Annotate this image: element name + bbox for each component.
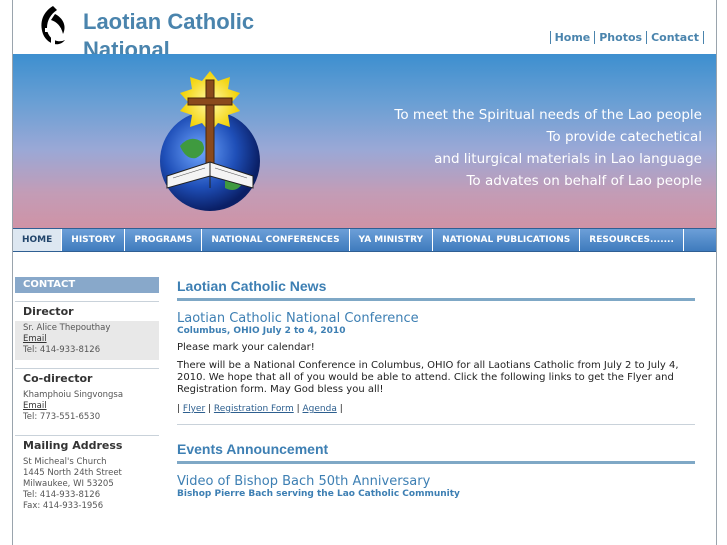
banner: To meet the Spiritual needs of the Lao p… xyxy=(13,54,716,228)
codirector-tel: Tel: 773-551-6530 xyxy=(23,412,101,422)
mailing-details: St Micheal's Church 1445 North 24th Stre… xyxy=(15,455,159,516)
codirector-title: Co-director xyxy=(23,372,93,385)
mailing-line: Fax: 414-933-1956 xyxy=(23,501,104,511)
nav-programs[interactable]: PROGRAMS xyxy=(125,229,203,251)
mission-statement: To meet the Spiritual needs of the Lao p… xyxy=(394,104,702,192)
director-name: Sr. Alice Thepouthay xyxy=(23,323,111,333)
nav-ya-ministry[interactable]: YA MINISTRY xyxy=(350,229,434,251)
mailing-title: Mailing Address xyxy=(23,439,123,452)
director-email-link[interactable]: Email xyxy=(23,334,151,345)
nav-resources[interactable]: RESOURCES....... xyxy=(580,229,684,251)
section-divider xyxy=(177,424,695,425)
events-heading: Events Announcement xyxy=(177,441,695,464)
registration-form-link[interactable]: Registration Form xyxy=(214,404,294,414)
mission-line: To provide catechetical xyxy=(546,129,702,145)
codirector-block: Co-director Khamphoiu Singvongsa Email T… xyxy=(15,368,159,427)
sidebar-heading: CONTACT xyxy=(15,277,159,293)
mission-line: To meet the Spiritual needs of the Lao p… xyxy=(394,107,702,123)
top-nav-home[interactable]: Home xyxy=(549,31,595,44)
news-heading: Laotian Catholic News xyxy=(177,278,695,301)
mission-line: and liturgical materials in Lao language xyxy=(434,151,702,167)
logo-icon[interactable] xyxy=(33,4,73,54)
nav-history[interactable]: HISTORY xyxy=(62,229,126,251)
codirector-details: Khamphoiu Singvongsa Email Tel: 773-551-… xyxy=(15,388,159,427)
nav-national-publications[interactable]: NATIONAL PUBLICATIONS xyxy=(433,229,581,251)
site-title[interactable]: Laotian Catholic National xyxy=(83,8,343,54)
contact-sidebar: CONTACT Director Sr. Alice Thepouthay Em… xyxy=(15,277,159,516)
director-block: Director Sr. Alice Thepouthay Email Tel:… xyxy=(15,301,159,360)
nav-national-conferences[interactable]: NATIONAL CONFERENCES xyxy=(202,229,350,251)
director-details: Sr. Alice Thepouthay Email Tel: 414-933-… xyxy=(15,321,159,360)
agenda-link[interactable]: Agenda xyxy=(303,404,337,414)
news-title: Laotian Catholic National Conference xyxy=(177,311,419,326)
nav-home[interactable]: HOME xyxy=(13,229,63,251)
mailing-block: Mailing Address St Micheal's Church 1445… xyxy=(15,435,159,516)
news-paragraph-1: Please mark your calendar! xyxy=(177,342,315,353)
main-content: Laotian Catholic News Laotian Catholic N… xyxy=(177,278,695,499)
video-title-link[interactable]: Video of Bishop Bach 50th Anniversary xyxy=(177,474,695,489)
banner-globe-cross-image xyxy=(155,66,265,220)
top-nav: Home Photos Contact xyxy=(549,31,704,44)
mailing-line: Milwaukee, WI 53205 xyxy=(23,479,114,489)
main-nav: HOME HISTORY PROGRAMS NATIONAL CONFERENC… xyxy=(13,228,716,252)
director-tel: Tel: 414-933-8126 xyxy=(23,345,101,355)
top-nav-photos[interactable]: Photos xyxy=(594,31,647,44)
mailing-line: Tel: 414-933-8126 xyxy=(23,490,101,500)
codirector-email-link[interactable]: Email xyxy=(23,401,151,412)
top-nav-contact[interactable]: Contact xyxy=(646,31,704,44)
video-subtitle: Bishop Pierre Bach serving the Lao Catho… xyxy=(177,489,460,499)
page-frame: Laotian Catholic National Home Photos Cont… xyxy=(12,0,717,545)
news-paragraph-2: There will be a National Conference in C… xyxy=(177,360,679,395)
document-links: | Flyer | Registration Form | Agenda | xyxy=(177,404,343,414)
mailing-line: 1445 North 24th Street xyxy=(23,468,122,478)
mission-line: To advates on behalf of Lao people xyxy=(466,173,702,189)
mailing-line: St Micheal's Church xyxy=(23,457,107,467)
codirector-name: Khamphoiu Singvongsa xyxy=(23,390,124,400)
news-subtitle: Columbus, OHIO July 2 to 4, 2010 xyxy=(177,326,346,336)
flyer-link[interactable]: Flyer xyxy=(183,404,205,414)
director-title: Director xyxy=(23,305,74,318)
